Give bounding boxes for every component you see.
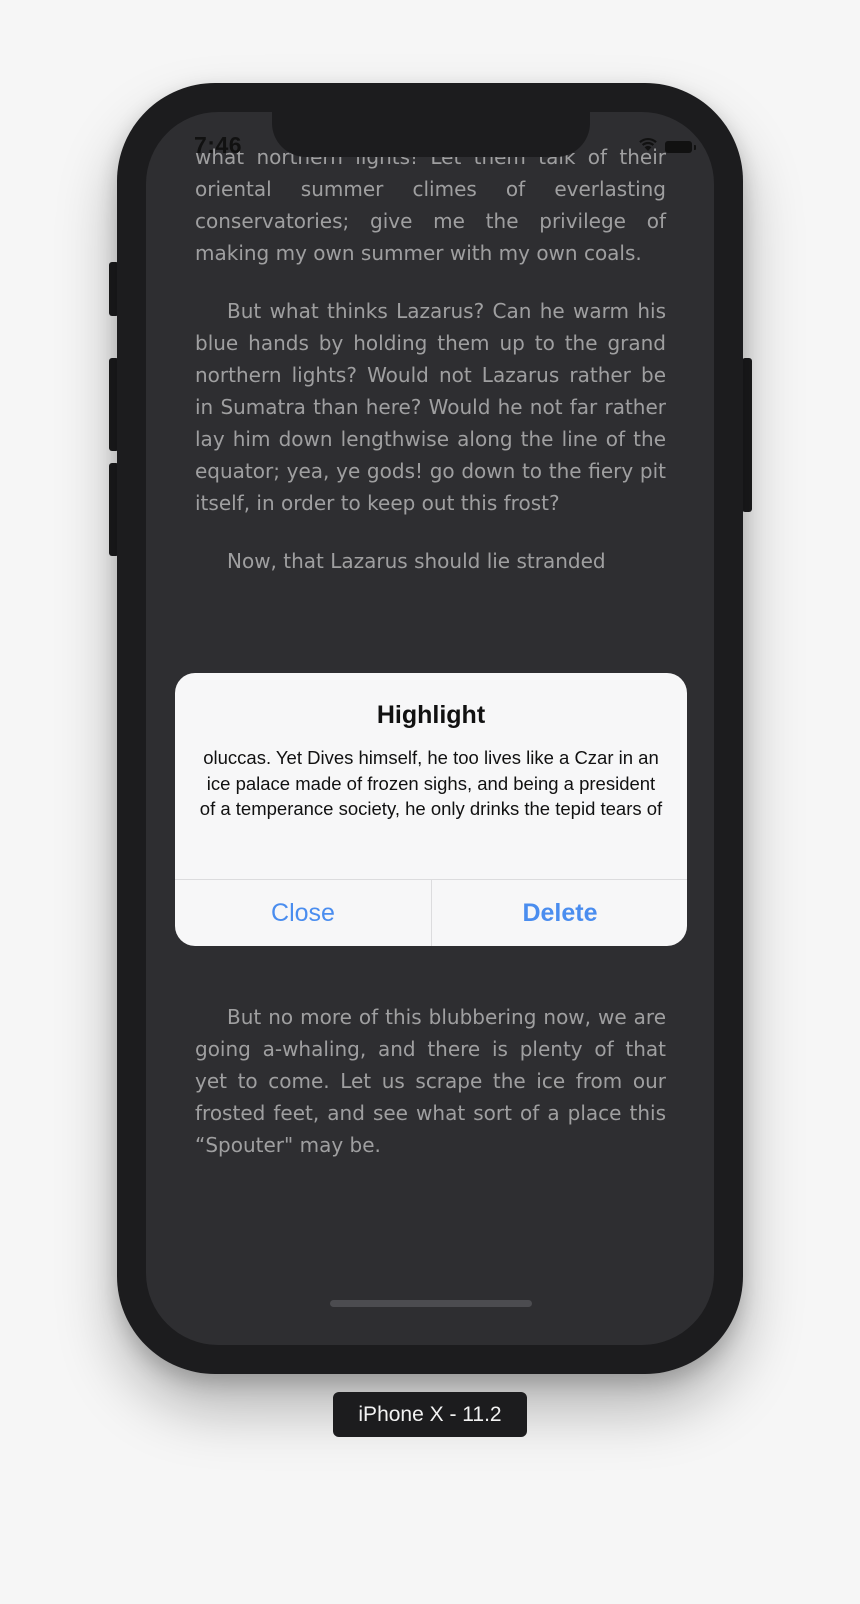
home-indicator[interactable]	[330, 1300, 532, 1307]
close-button[interactable]: Close	[175, 880, 431, 946]
alert-title: Highlight	[376, 701, 486, 729]
status-icons	[637, 136, 696, 157]
wifi-icon	[637, 136, 659, 157]
notch	[272, 112, 590, 157]
alert-message: oluccas. Yet Dives himself, he too lives…	[199, 747, 663, 819]
status-time: 7:46	[194, 132, 243, 158]
screen: 7:46 what northern lights! Let them talk…	[146, 112, 714, 1345]
device-label: iPhone X - 11.2	[333, 1392, 527, 1437]
highlight-alert: Highlight oluccas. Yet Dives himself, he…	[175, 673, 687, 946]
delete-button[interactable]: Delete	[432, 880, 687, 946]
power-button	[742, 358, 752, 512]
iphone-frame: 7:46 what northern lights! Let them talk…	[117, 83, 743, 1374]
battery-icon	[665, 140, 696, 153]
